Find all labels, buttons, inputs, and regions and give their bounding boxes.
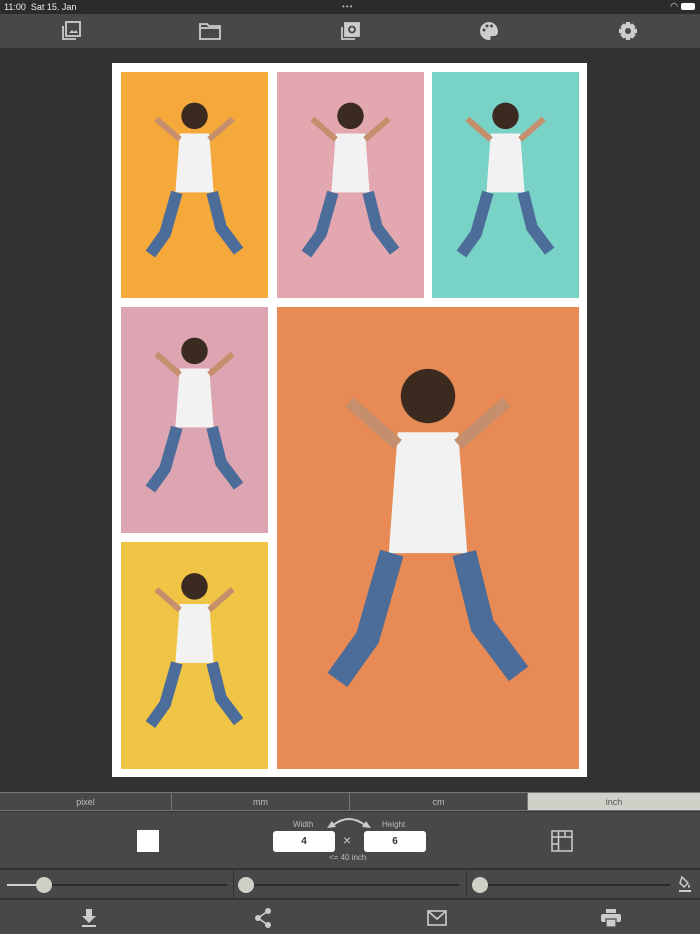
swap-dimensions-icon[interactable] (326, 815, 372, 829)
height-label: Height (382, 820, 405, 829)
palette-icon[interactable] (477, 19, 501, 43)
wifi-icon: ◠ (670, 1, 678, 12)
corner-radius-slider[interactable] (246, 884, 459, 886)
border-width-slider[interactable] (7, 884, 227, 886)
person-figure (432, 72, 579, 298)
photo-library-icon[interactable] (59, 19, 83, 43)
person-figure (121, 72, 268, 298)
collage-photo[interactable] (432, 72, 579, 298)
slider-knob[interactable] (238, 877, 254, 893)
download-icon[interactable] (78, 907, 100, 929)
gear-icon[interactable] (616, 19, 640, 43)
collage-photo[interactable] (121, 307, 268, 533)
camera-icon[interactable] (338, 19, 362, 43)
mail-icon[interactable] (426, 907, 448, 929)
status-time: 11:00 Sat 15. Jan (4, 2, 76, 12)
size-limit-text: <= 40 inch (329, 853, 366, 862)
collage-photo[interactable] (277, 307, 579, 769)
slider-knob[interactable] (36, 877, 52, 893)
collage-photo[interactable] (277, 72, 424, 298)
layout-grid-icon[interactable] (551, 830, 573, 852)
person-figure (121, 307, 268, 533)
collage-canvas[interactable] (112, 63, 587, 777)
top-toolbar (0, 14, 700, 48)
spacing-slider[interactable] (480, 884, 670, 886)
size-panel: Width Height × <= 40 inch (0, 812, 700, 868)
times-sign: × (343, 832, 351, 848)
print-icon[interactable] (600, 907, 622, 929)
slider-knob[interactable] (472, 877, 488, 893)
width-input[interactable] (273, 831, 335, 852)
collage-photo[interactable] (121, 542, 268, 769)
tab-mm[interactable]: mm (172, 793, 350, 810)
status-bar: 11:00 Sat 15. Jan ••• ◠ (0, 0, 700, 14)
fill-color-icon[interactable] (678, 875, 692, 893)
multitasking-dots[interactable]: ••• (342, 2, 353, 11)
sliders-panel (0, 869, 700, 898)
battery-icon (681, 3, 695, 10)
collage-photo[interactable] (121, 72, 268, 298)
tab-inch[interactable]: inch (528, 793, 700, 810)
folder-icon[interactable] (198, 19, 222, 43)
unit-tabs: pixel mm cm inch (0, 792, 700, 811)
person-figure (277, 72, 424, 298)
width-label: Width (293, 820, 313, 829)
person-figure (121, 542, 268, 769)
tab-cm[interactable]: cm (350, 793, 528, 810)
person-figure (277, 307, 579, 769)
bottom-toolbar (0, 899, 700, 934)
share-icon[interactable] (252, 907, 274, 929)
tab-pixel[interactable]: pixel (0, 793, 172, 810)
orientation-portrait-button[interactable] (137, 830, 159, 852)
height-input[interactable] (364, 831, 426, 852)
